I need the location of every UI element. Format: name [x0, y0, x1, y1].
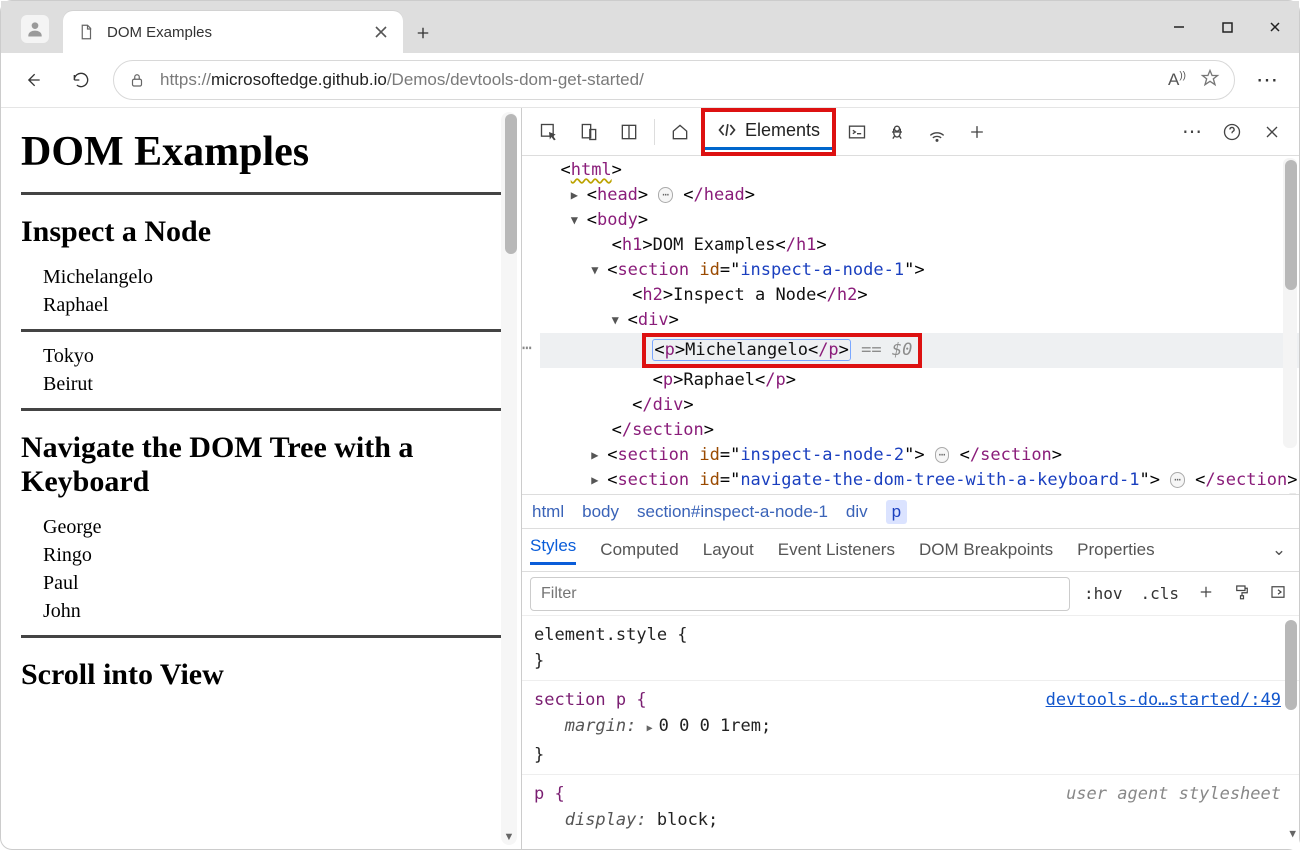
section3-h2: Scroll into View — [21, 658, 501, 692]
ua-stylesheet-label: user agent stylesheet — [1066, 781, 1281, 807]
lock-icon — [128, 71, 146, 89]
subtab-computed[interactable]: Computed — [600, 540, 678, 560]
network-tab-icon[interactable] — [918, 113, 956, 151]
crumb-item[interactable]: section#inspect-a-node-1 — [637, 502, 828, 522]
url-text: https://microsoftedge.github.io/Demos/de… — [160, 70, 1160, 90]
menu-button[interactable]: ⋯ — [1245, 58, 1289, 102]
highlight-elements-tab: Elements — [701, 108, 836, 156]
close-tab-icon[interactable] — [373, 24, 389, 40]
selected-node[interactable]: <p>Michelangelo</p> == $0 — [540, 333, 1299, 368]
sources-tab-icon[interactable] — [878, 113, 916, 151]
computed-panel-icon[interactable] — [1265, 579, 1291, 609]
crumb-item[interactable]: body — [582, 502, 619, 522]
welcome-tab-icon[interactable] — [661, 113, 699, 151]
back-button[interactable] — [11, 58, 55, 102]
tab-elements[interactable]: Elements — [705, 114, 832, 150]
styles-scrollbar-thumb[interactable] — [1285, 620, 1297, 710]
dom-breadcrumb[interactable]: html body section#inspect-a-node-1 div p — [522, 494, 1299, 528]
dom-tree[interactable]: <html> ▶<head> ⋯ </head> ▼<body> <h1>DOM… — [522, 156, 1299, 494]
device-toggle-icon[interactable] — [570, 113, 608, 151]
browser-tab[interactable]: DOM Examples — [63, 11, 403, 53]
list-item[interactable]: Michelangelo — [43, 263, 501, 291]
devtools-tabs: Elements ⋯ — [522, 108, 1299, 156]
crumb-item-selected[interactable]: p — [886, 500, 907, 524]
scroll-down-icon[interactable]: ▼ — [1289, 821, 1296, 847]
page-h1: DOM Examples — [21, 128, 501, 176]
address-bar[interactable]: https://microsoftedge.github.io/Demos/de… — [113, 60, 1235, 100]
refresh-button[interactable] — [59, 58, 103, 102]
subtab-event-listeners[interactable]: Event Listeners — [778, 540, 895, 560]
close-devtools-icon[interactable] — [1253, 113, 1291, 151]
browser-toolbar: https://microsoftedge.github.io/Demos/de… — [1, 53, 1299, 108]
subtab-properties[interactable]: Properties — [1077, 540, 1154, 560]
window-controls — [1155, 1, 1299, 53]
styles-subtabs: Styles Computed Layout Event Listeners D… — [522, 528, 1299, 572]
tab-title: DOM Examples — [107, 24, 373, 41]
subtab-layout[interactable]: Layout — [703, 540, 754, 560]
help-icon[interactable] — [1213, 113, 1251, 151]
crumb-item[interactable]: div — [846, 502, 868, 522]
styles-filter-bar: :hov .cls — [522, 572, 1299, 616]
hov-button[interactable]: :hov — [1080, 580, 1127, 607]
new-rule-icon[interactable] — [1193, 579, 1219, 609]
list-item[interactable]: Beirut — [43, 370, 501, 398]
scrollbar-thumb[interactable] — [505, 114, 517, 254]
crumb-item[interactable]: html — [532, 502, 564, 522]
paint-icon[interactable] — [1229, 579, 1255, 609]
read-aloud-icon[interactable]: A)) — [1168, 70, 1186, 90]
favorite-icon[interactable] — [1200, 68, 1220, 93]
inspect-element-icon[interactable] — [530, 113, 568, 151]
dock-icon[interactable] — [610, 113, 648, 151]
list-item[interactable]: George — [43, 513, 501, 541]
scroll-down-icon[interactable]: ▼ — [501, 829, 517, 845]
subtab-dom-breakpoints[interactable]: DOM Breakpoints — [919, 540, 1053, 560]
devtools-scrollbar-thumb[interactable] — [1285, 160, 1297, 290]
list-item[interactable]: Raphael — [43, 291, 501, 319]
file-icon — [77, 23, 95, 41]
more-subtabs-icon[interactable]: ⌄ — [1267, 540, 1291, 560]
devtools-panel: Elements ⋯ <html> ▶<head> ⋯ </head> ▼<bo… — [521, 108, 1299, 849]
list-item[interactable]: Ringo — [43, 541, 501, 569]
close-window-button[interactable] — [1251, 1, 1299, 53]
add-tab-icon[interactable] — [958, 113, 996, 151]
scroll-down-icon[interactable]: ▼ — [1289, 484, 1296, 494]
list-item[interactable]: Paul — [43, 569, 501, 597]
profile-avatar[interactable] — [21, 15, 49, 43]
list-item[interactable]: John — [43, 597, 501, 625]
maximize-button[interactable] — [1203, 1, 1251, 53]
section1-h2: Inspect a Node — [21, 215, 501, 249]
browser-titlebar: DOM Examples — [1, 1, 1299, 53]
list-item[interactable]: Tokyo — [43, 342, 501, 370]
page-viewport: DOM Examples Inspect a Node Michelangelo… — [1, 108, 521, 849]
minimize-button[interactable] — [1155, 1, 1203, 53]
new-tab-button[interactable] — [403, 13, 443, 53]
subtab-styles[interactable]: Styles — [530, 536, 576, 565]
styles-filter-input[interactable] — [530, 577, 1070, 611]
source-link[interactable]: devtools-do…started/:49 — [1046, 687, 1281, 713]
cls-button[interactable]: .cls — [1136, 580, 1183, 607]
more-tools-icon[interactable]: ⋯ — [1173, 113, 1211, 151]
styles-pane[interactable]: element.style { } section p {devtools-do… — [522, 616, 1299, 849]
section2-h2: Navigate the DOM Tree with a Keyboard — [21, 431, 501, 499]
console-tab-icon[interactable] — [838, 113, 876, 151]
